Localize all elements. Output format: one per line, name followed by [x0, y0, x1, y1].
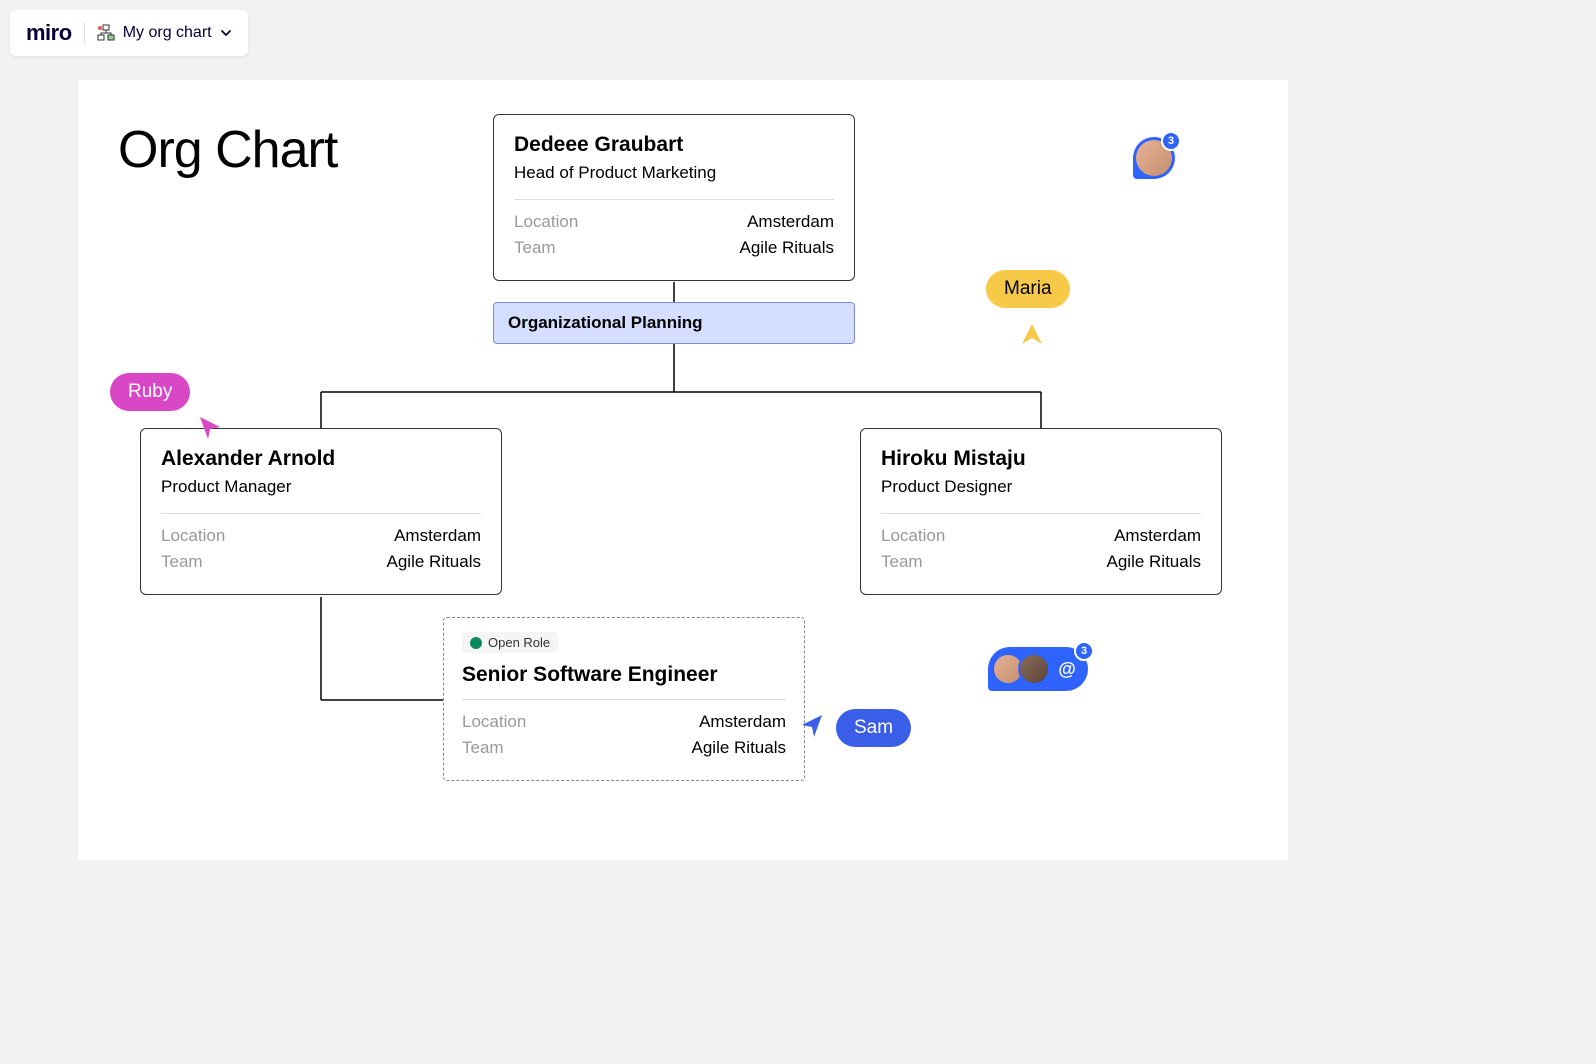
card-person-title: Product Designer	[881, 477, 1201, 497]
miro-logo: miro	[26, 20, 72, 46]
org-planning-banner[interactable]: Organizational Planning	[493, 302, 855, 344]
collaborator-cursor-maria: Maria	[986, 270, 1070, 308]
comment-thread-bubble-group[interactable]: @ 3	[988, 647, 1088, 691]
cursor-arrow-icon	[196, 413, 224, 441]
header-divider	[84, 22, 85, 44]
page-title: Org Chart	[118, 120, 337, 180]
card-divider	[462, 699, 786, 700]
org-card-hiroku[interactable]: Hiroku Mistaju Product Designer Location…	[860, 428, 1222, 595]
cursor-arrow-icon	[798, 711, 826, 739]
board-name-label: My org chart	[123, 24, 212, 42]
chevron-down-icon	[220, 27, 232, 39]
avatar	[1018, 653, 1050, 685]
status-dot-icon	[470, 637, 482, 649]
open-role-title: Senior Software Engineer	[462, 663, 786, 687]
card-row-team: Team Agile Rituals	[514, 238, 834, 258]
open-role-badge: Open Role	[462, 632, 558, 653]
org-card-dedeee[interactable]: Dedeee Graubart Head of Product Marketin…	[493, 114, 855, 281]
card-person-name: Alexander Arnold	[161, 447, 481, 471]
collaborator-cursor-sam: Sam	[836, 709, 911, 747]
card-row-location: Location Amsterdam	[881, 526, 1201, 546]
card-divider	[881, 513, 1201, 514]
org-card-open-role[interactable]: Open Role Senior Software Engineer Locat…	[443, 617, 805, 781]
app-header: miro My org chart	[10, 10, 248, 56]
card-row-location: Location Amsterdam	[462, 712, 786, 732]
canvas[interactable]: Org Chart Dedeee Graubart Head of Produc…	[78, 80, 1288, 860]
card-divider	[161, 513, 481, 514]
card-divider	[514, 199, 834, 200]
cursor-arrow-icon	[1018, 320, 1046, 348]
org-chart-icon	[97, 24, 115, 42]
card-person-title: Product Manager	[161, 477, 481, 497]
card-person-title: Head of Product Marketing	[514, 163, 834, 183]
board-name-dropdown[interactable]: My org chart	[97, 24, 232, 42]
card-row-team: Team Agile Rituals	[462, 738, 786, 758]
card-row-team: Team Agile Rituals	[161, 552, 481, 572]
card-person-name: Hiroku Mistaju	[881, 447, 1201, 471]
comment-count-badge: 3	[1161, 131, 1181, 151]
card-row-team: Team Agile Rituals	[881, 552, 1201, 572]
org-card-alexander[interactable]: Alexander Arnold Product Manager Locatio…	[140, 428, 502, 595]
card-person-name: Dedeee Graubart	[514, 133, 834, 157]
comment-count-badge: 3	[1074, 641, 1094, 661]
comment-thread-bubble[interactable]: 3	[1133, 137, 1175, 179]
card-row-location: Location Amsterdam	[161, 526, 481, 546]
collaborator-cursor-ruby: Ruby	[110, 373, 190, 411]
card-row-location: Location Amsterdam	[514, 212, 834, 232]
